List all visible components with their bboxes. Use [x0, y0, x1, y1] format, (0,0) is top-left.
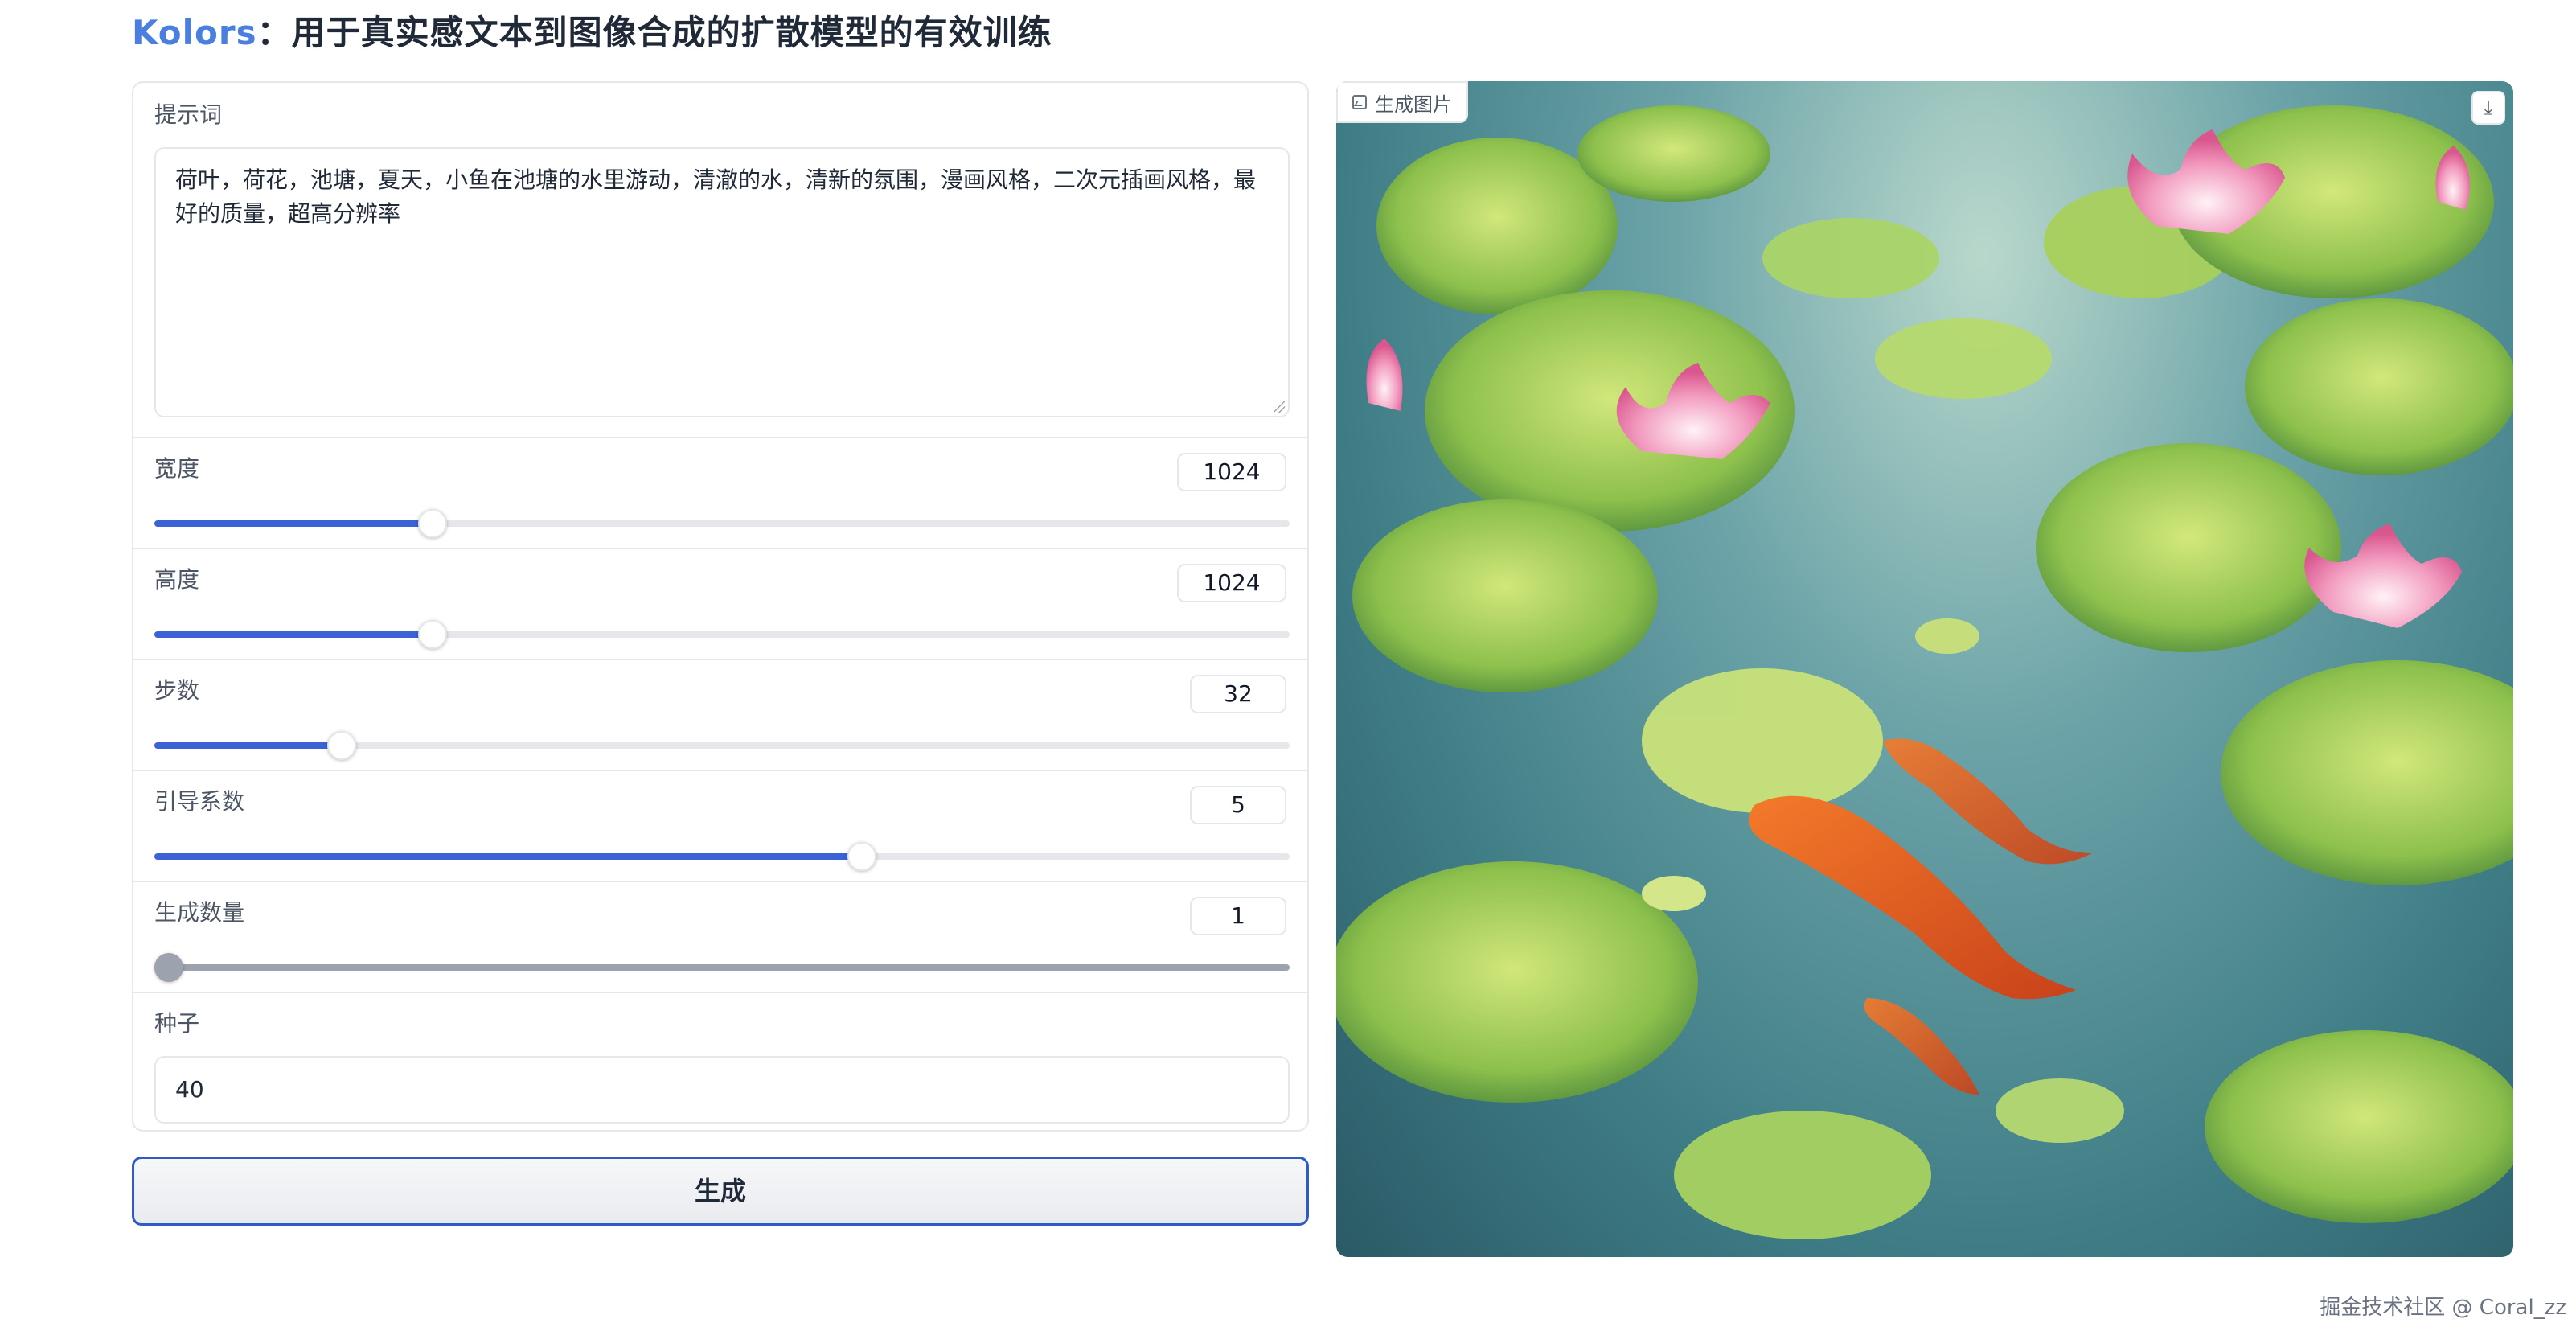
resize-handle-icon[interactable] — [1274, 401, 1285, 413]
steps-slider-section: 步数 32 — [133, 659, 1307, 771]
download-button[interactable]: ⤓ — [2471, 91, 2505, 125]
steps-slider-fill — [154, 742, 342, 749]
width-number-input[interactable]: 1024 — [1177, 453, 1286, 491]
width-slider-fill — [154, 520, 433, 527]
count-slider[interactable] — [154, 953, 1290, 982]
height-slider-section: 高度 1024 — [133, 548, 1307, 660]
count-slider-thumb[interactable] — [154, 953, 183, 982]
width-slider[interactable] — [154, 509, 1290, 538]
steps-label: 步数 — [154, 677, 200, 704]
guidance-label: 引导系数 — [154, 788, 245, 815]
lily-pads — [1336, 105, 2513, 1239]
prompt-textarea[interactable]: 荷叶，荷花，池塘，夏天，小鱼在池塘的水里游动，清澈的水，清新的氛围，漫画风格，二… — [154, 147, 1290, 417]
watermark: 掘金技术社区 @ Coral_zz — [2320, 1296, 2566, 1320]
height-slider-thumb[interactable] — [417, 620, 447, 649]
count-number-input[interactable]: 1 — [1190, 897, 1286, 935]
seed-section: 种子 40 — [133, 992, 1307, 1130]
brand-name: Kolors — [132, 13, 257, 52]
guidance-slider-thumb[interactable] — [847, 842, 876, 871]
steps-slider-thumb[interactable] — [326, 731, 356, 760]
guidance-slider-fill — [154, 853, 862, 860]
height-slider-fill — [154, 631, 433, 638]
generated-image-panel: 生成图片 ⤓ — [1336, 81, 2513, 1257]
count-slider-section: 生成数量 1 — [133, 881, 1307, 993]
height-label: 高度 — [154, 566, 200, 593]
prompt-section: 提示词 荷叶，荷花，池塘，夏天，小鱼在池塘的水里游动，清澈的水，清新的氛围，漫画… — [133, 83, 1307, 438]
generate-button[interactable]: 生成 — [132, 1157, 1309, 1226]
image-label-tag: 生成图片 — [1336, 81, 1468, 123]
generated-image — [1336, 105, 2513, 1239]
prompt-text: 荷叶，荷花，池塘，夏天，小鱼在池塘的水里游动，清澈的水，清新的氛围，漫画风格，二… — [175, 166, 1257, 227]
steps-number-input[interactable]: 32 — [1190, 675, 1286, 713]
guidance-slider[interactable] — [154, 842, 1290, 871]
seed-label: 种子 — [154, 1010, 200, 1037]
settings-panel: 提示词 荷叶，荷花，池塘，夏天，小鱼在池塘的水里游动，清澈的水，清新的氛围，漫画… — [132, 81, 1309, 1132]
height-number-input[interactable]: 1024 — [1177, 564, 1286, 602]
image-label: 生成图片 — [1375, 92, 1452, 116]
download-icon: ⤓ — [2484, 97, 2493, 119]
seed-input[interactable]: 40 — [154, 1056, 1290, 1124]
width-slider-thumb[interactable] — [417, 509, 447, 538]
prompt-label: 提示词 — [154, 101, 223, 128]
image-icon — [1352, 95, 1367, 109]
guidance-number-input[interactable]: 5 — [1190, 786, 1286, 824]
title-text: ：用于真实感文本到图像合成的扩散模型的有效训练 — [256, 13, 1052, 52]
width-label: 宽度 — [154, 455, 200, 482]
steps-slider[interactable] — [154, 731, 1290, 760]
count-label: 生成数量 — [154, 899, 245, 926]
guidance-slider-section: 引导系数 5 — [133, 770, 1307, 882]
width-slider-section: 宽度 1024 — [133, 437, 1307, 549]
page-title: Kolors：用于真实感文本到图像合成的扩散模型的有效训练 — [132, 8, 1052, 58]
height-slider[interactable] — [154, 620, 1290, 649]
